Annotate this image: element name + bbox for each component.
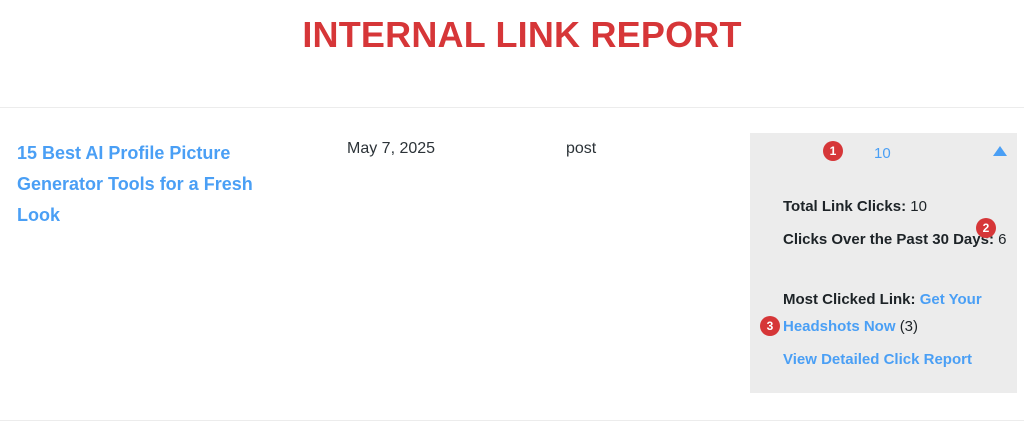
total-clicks-label: Total Link Clicks:: [783, 198, 907, 215]
annotation-marker-2: 2: [976, 218, 996, 238]
table-bottom-divider: [0, 420, 1024, 421]
triangle-up-icon[interactable]: [993, 146, 1007, 156]
click-count-toggle[interactable]: 10: [874, 145, 891, 162]
view-detailed-click-report-link[interactable]: View Detailed Click Report: [783, 348, 972, 372]
annotation-marker-3: 3: [760, 316, 780, 336]
total-clicks-value: 10: [910, 198, 927, 215]
internal-link-report-page: INTERNAL LINK REPORT 15 Best AI Profile …: [0, 0, 1024, 443]
annotation-marker-1: 1: [823, 141, 843, 161]
post-title-link[interactable]: 15 Best AI Profile Picture Generator Too…: [17, 138, 267, 231]
most-clicked-label: Most Clicked Link:: [783, 291, 916, 308]
most-clicked-stat: Most Clicked Link: Get Your Headshots No…: [783, 286, 1015, 340]
most-clicked-count: (3): [899, 318, 919, 335]
page-title: INTERNAL LINK REPORT: [302, 14, 742, 55]
total-clicks-stat: Total Link Clicks: 10: [783, 193, 1015, 220]
past-30-days-value: 6: [998, 231, 1007, 248]
past-30-days-label: Clicks Over the Past 30 Days:: [783, 231, 994, 248]
table-top-divider: [0, 107, 1024, 108]
post-type: post: [566, 140, 597, 157]
post-date: May 7, 2025: [347, 140, 436, 157]
